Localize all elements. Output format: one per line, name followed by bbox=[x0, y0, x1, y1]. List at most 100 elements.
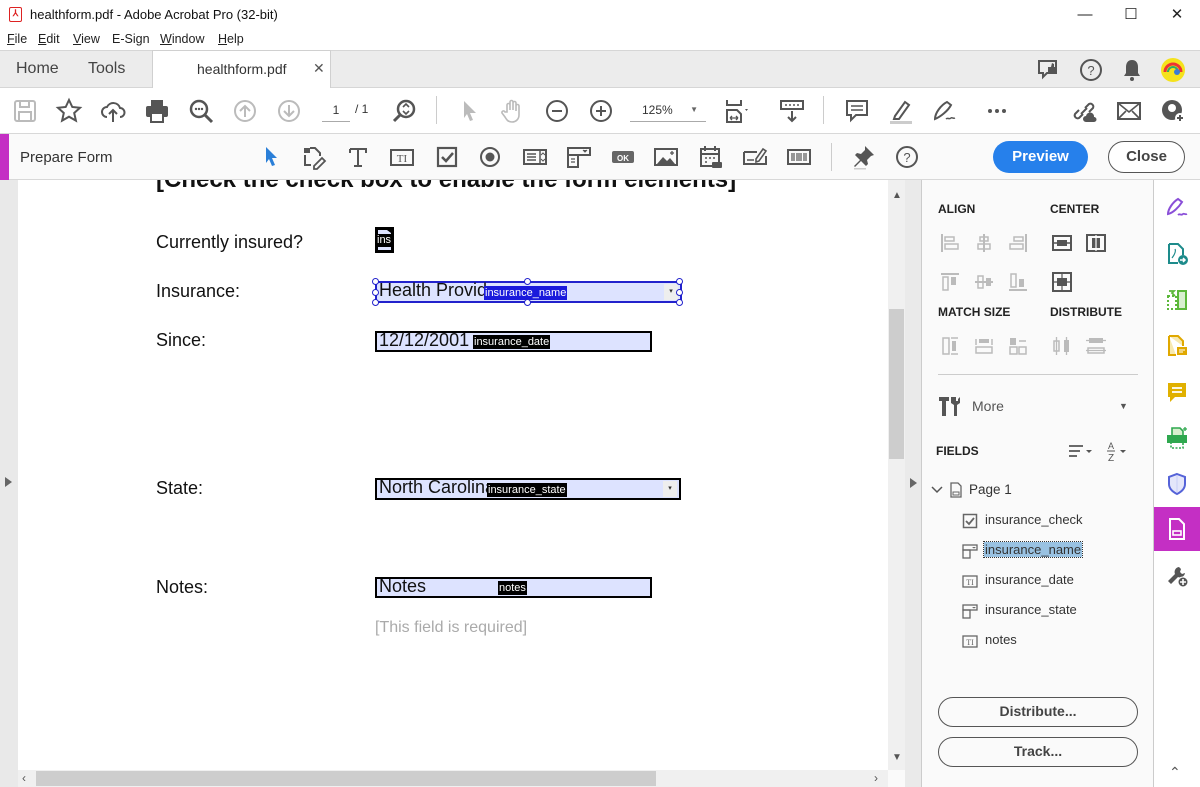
digital-signature-icon[interactable] bbox=[741, 143, 769, 171]
highlight-icon[interactable] bbox=[887, 97, 915, 125]
sign-icon[interactable] bbox=[930, 97, 958, 125]
chevron-down-icon[interactable] bbox=[930, 483, 944, 497]
next-page-icon[interactable] bbox=[275, 97, 303, 125]
vertical-scroll-thumb[interactable] bbox=[889, 309, 904, 459]
help-icon[interactable]: ? bbox=[1078, 57, 1104, 83]
center-both-icon[interactable] bbox=[1051, 271, 1073, 293]
print-icon[interactable] bbox=[143, 97, 171, 125]
align-top-icon[interactable] bbox=[939, 271, 961, 293]
match-width-icon[interactable] bbox=[939, 335, 961, 357]
fill-sign-tool[interactable] bbox=[1154, 186, 1200, 230]
protect-tool[interactable] bbox=[1154, 462, 1200, 506]
dropdown-arrow-icon[interactable]: ▾ bbox=[663, 481, 677, 497]
zoom-find-icon[interactable] bbox=[391, 97, 419, 125]
resize-handle[interactable] bbox=[372, 289, 379, 296]
menu-edit[interactable]: Edit bbox=[38, 32, 60, 46]
vertical-scrollbar[interactable]: ▲ ▼ bbox=[888, 180, 905, 770]
notifications-bell-icon[interactable] bbox=[1119, 57, 1145, 83]
prev-page-icon[interactable] bbox=[231, 97, 259, 125]
user-avatar[interactable] bbox=[1160, 57, 1186, 83]
center-horizontal-icon[interactable] bbox=[1051, 232, 1073, 254]
scroll-left-icon[interactable]: ‹ bbox=[22, 771, 26, 785]
edit-fields-icon[interactable] bbox=[300, 143, 328, 171]
minimize-button[interactable]: — bbox=[1062, 0, 1108, 30]
scroll-right-icon[interactable]: › bbox=[874, 771, 878, 785]
match-height-icon[interactable] bbox=[973, 335, 995, 357]
horizontal-scroll-thumb[interactable] bbox=[36, 771, 656, 786]
barcode-icon[interactable] bbox=[785, 143, 813, 171]
distribute-vertical-icon[interactable] bbox=[1085, 335, 1107, 357]
select-object-icon[interactable] bbox=[257, 143, 285, 171]
scroll-down-icon[interactable]: ▼ bbox=[892, 752, 902, 763]
text-field-icon[interactable]: TI bbox=[388, 143, 416, 171]
align-left-icon[interactable] bbox=[939, 232, 961, 254]
comment-icon[interactable] bbox=[843, 97, 871, 125]
menu-file[interactable]: File bbox=[7, 32, 27, 46]
center-vertical-icon[interactable] bbox=[1085, 232, 1107, 254]
track-button[interactable]: Track... bbox=[938, 737, 1138, 767]
notes-field[interactable]: Notes notes bbox=[375, 576, 652, 598]
right-pane-toggle[interactable] bbox=[905, 180, 922, 787]
menu-view[interactable]: View bbox=[73, 32, 100, 46]
resize-handle[interactable] bbox=[524, 278, 531, 285]
page-1-node[interactable]: Page 1 bbox=[969, 482, 1012, 497]
align-bottom-icon[interactable] bbox=[1007, 271, 1029, 293]
list-box-icon[interactable] bbox=[521, 143, 549, 171]
fit-page-icon[interactable] bbox=[722, 97, 750, 125]
scroll-up-icon[interactable]: ▲ bbox=[892, 190, 902, 201]
resize-handle[interactable] bbox=[524, 299, 531, 306]
menu-esign[interactable]: E-Sign bbox=[112, 32, 150, 46]
sort-order-icon[interactable] bbox=[1068, 442, 1094, 460]
export-pdf-tool[interactable] bbox=[1154, 232, 1200, 276]
page-number-input[interactable]: 1 bbox=[322, 100, 350, 122]
menu-help[interactable]: Help bbox=[218, 32, 244, 46]
insurance-state-field[interactable]: North Carolina insurance_state ▾ bbox=[375, 477, 681, 500]
distribute-button[interactable]: Distribute... bbox=[938, 697, 1138, 727]
dropdown-tool-icon[interactable] bbox=[565, 143, 593, 171]
resize-handle[interactable] bbox=[676, 289, 683, 296]
find-icon[interactable] bbox=[187, 97, 215, 125]
button-tool-icon[interactable]: OK bbox=[609, 143, 637, 171]
more-tools-tool[interactable] bbox=[1154, 554, 1200, 598]
preview-button[interactable]: Preview bbox=[993, 141, 1088, 173]
close-form-button[interactable]: Close bbox=[1108, 141, 1185, 173]
zoom-level-select[interactable]: 125% ▼ bbox=[630, 100, 706, 122]
resize-handle[interactable] bbox=[372, 278, 379, 285]
align-right-icon[interactable] bbox=[1007, 232, 1029, 254]
menu-window[interactable]: Window bbox=[160, 32, 204, 46]
insurance-check-field[interactable]: ins bbox=[375, 227, 394, 253]
chevron-down-icon[interactable]: ▼ bbox=[1119, 401, 1128, 411]
close-tab-icon[interactable]: ✕ bbox=[313, 60, 325, 77]
tab-home[interactable]: Home bbox=[16, 60, 59, 78]
share-link-icon[interactable] bbox=[1070, 97, 1098, 125]
pin-icon[interactable] bbox=[849, 143, 877, 171]
comment-tool[interactable] bbox=[1154, 370, 1200, 414]
select-arrow-icon[interactable] bbox=[455, 97, 483, 125]
radio-button-icon[interactable] bbox=[476, 143, 504, 171]
prepare-form-tool[interactable] bbox=[1154, 507, 1200, 551]
checkbox-tool-icon[interactable] bbox=[433, 143, 461, 171]
date-field-icon[interactable] bbox=[697, 143, 725, 171]
resize-handle[interactable] bbox=[676, 299, 683, 306]
left-pane-toggle[interactable] bbox=[0, 180, 18, 787]
print-production-tool[interactable] bbox=[1154, 416, 1200, 460]
hand-icon[interactable] bbox=[499, 97, 527, 125]
match-both-icon[interactable] bbox=[1007, 335, 1029, 357]
email-icon[interactable] bbox=[1115, 97, 1143, 125]
chevron-up-icon[interactable]: ⌃ bbox=[1169, 764, 1181, 781]
upload-cloud-icon[interactable] bbox=[99, 97, 127, 125]
zoom-in-icon[interactable] bbox=[587, 97, 615, 125]
resize-handle[interactable] bbox=[372, 299, 379, 306]
feedback-icon[interactable] bbox=[1036, 57, 1062, 83]
horizontal-scrollbar[interactable]: ‹ › bbox=[18, 770, 888, 787]
sort-alphabetical-icon[interactable]: AZ bbox=[1105, 440, 1131, 464]
expand-left-pane-icon[interactable] bbox=[5, 477, 12, 487]
create-pdf-tool[interactable] bbox=[1154, 324, 1200, 368]
bookmark-star-icon[interactable] bbox=[55, 97, 83, 125]
distribute-horizontal-icon[interactable] bbox=[1051, 335, 1073, 357]
save-icon[interactable] bbox=[11, 97, 39, 125]
image-tool-icon[interactable] bbox=[652, 143, 680, 171]
insurance-name-field[interactable]: Health Provid insurance_name ▾ bbox=[372, 278, 683, 306]
scroll-mode-icon[interactable] bbox=[778, 97, 806, 125]
resize-handle[interactable] bbox=[676, 278, 683, 285]
